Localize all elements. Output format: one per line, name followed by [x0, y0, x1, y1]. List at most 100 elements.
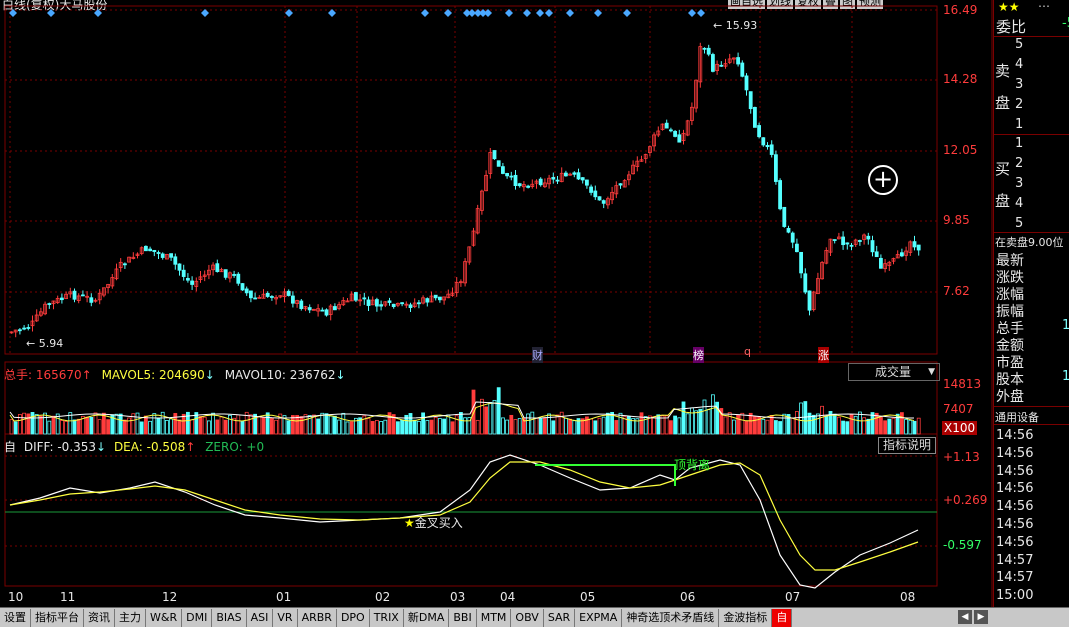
- indicator-selector[interactable]: 成交量 ▼: [848, 363, 940, 381]
- volume-bar: [26, 413, 31, 435]
- sell-level-4[interactable]: 4: [1015, 57, 1023, 72]
- candle-body: [555, 179, 560, 182]
- indicator-tab-2[interactable]: 资讯: [84, 608, 115, 627]
- volume-bar: [454, 415, 459, 435]
- scroll-left-icon[interactable]: ◀: [958, 610, 972, 624]
- volume-bar: [51, 415, 56, 435]
- volume-bar: [845, 421, 850, 435]
- candle-body: [673, 130, 677, 137]
- event-tag-financial[interactable]: 财: [532, 347, 543, 363]
- sell-level-5[interactable]: 5: [1015, 37, 1023, 52]
- candle-body: [874, 251, 879, 258]
- scroll-right-icon[interactable]: ▶: [974, 610, 988, 624]
- volume-bar: [639, 412, 644, 435]
- candle-body: [244, 288, 249, 294]
- indicator-tab-13[interactable]: BBI: [449, 608, 477, 627]
- candle-body: [391, 303, 396, 308]
- sell-level-1[interactable]: 1: [1015, 117, 1023, 132]
- indicator-tab-16[interactable]: SAR: [544, 608, 576, 627]
- volume-bar: [43, 412, 47, 435]
- volume-bar: [106, 419, 110, 435]
- indicator-tab-10[interactable]: DPO: [337, 608, 370, 627]
- candle-body: [248, 290, 253, 299]
- candle-body: [253, 297, 258, 300]
- candle-body: [286, 290, 291, 296]
- indicator-tab-6[interactable]: BIAS: [212, 608, 247, 627]
- volume-bar: [853, 415, 858, 435]
- zoom-plus-icon[interactable]: +: [868, 165, 898, 195]
- indicator-tab-14[interactable]: MTM: [477, 608, 512, 627]
- indicator-tab-7[interactable]: ASI: [247, 608, 274, 627]
- volume-bar: [681, 401, 686, 435]
- indicator-tab-12[interactable]: 新DMA: [404, 608, 450, 627]
- indicator-tab-0[interactable]: 设置: [0, 608, 31, 627]
- tick-time-row: 14:57: [996, 570, 1034, 586]
- volume-bar: [589, 418, 593, 435]
- buy-label-top: 买: [995, 160, 1011, 178]
- buy-label-bottom: 盘: [995, 192, 1011, 210]
- indicator-tab-20[interactable]: 自: [772, 608, 793, 627]
- volume-bar: [72, 419, 77, 435]
- tick-time-row: 15:00: [996, 588, 1034, 604]
- buy-level-1[interactable]: 1: [1015, 136, 1023, 151]
- volume-total: 总手: 165670: [4, 368, 82, 382]
- volume-bar: [879, 417, 883, 435]
- candle-body: [496, 160, 501, 167]
- volume-bar: [849, 414, 854, 435]
- event-tag-list[interactable]: 榜: [693, 347, 704, 363]
- candle-body: [664, 122, 669, 129]
- candle-body: [425, 298, 430, 303]
- event-tag-q[interactable]: q: [744, 345, 751, 358]
- volume-bar: [139, 421, 144, 435]
- sell-level-3[interactable]: 3: [1015, 77, 1023, 92]
- indicator-tab-4[interactable]: W&R: [146, 608, 183, 627]
- volume-bar: [215, 419, 220, 435]
- month-label-08: 08: [900, 590, 916, 604]
- volume-bar: [555, 414, 560, 435]
- indicator-tab-3[interactable]: 主力: [115, 608, 146, 627]
- indicator-tab-5[interactable]: DMI: [182, 608, 213, 627]
- volume-bar: [332, 415, 337, 435]
- volume-bar: [837, 416, 841, 435]
- macd-tick-mid: +0.269: [943, 493, 988, 507]
- candle-body: [47, 303, 52, 305]
- volume-bar: [97, 419, 102, 435]
- volume-bar: [320, 412, 325, 435]
- buy-level-4[interactable]: 4: [1015, 196, 1023, 211]
- indicator-tab-9[interactable]: ARBR: [298, 608, 337, 627]
- candle-body: [173, 256, 178, 265]
- candle-body: [538, 178, 543, 186]
- volume-tick-mid: 7407: [943, 402, 974, 416]
- low-price-marker: ← 5.94: [26, 337, 64, 350]
- candle-body: [845, 242, 850, 245]
- sell-level-2[interactable]: 2: [1015, 97, 1023, 112]
- candle-body: [748, 91, 753, 110]
- indicator-tab-18[interactable]: 神奇选顶术矛盾线: [622, 608, 720, 627]
- tick-time-row: 14:56: [996, 445, 1034, 461]
- volume-bar: [908, 419, 913, 435]
- event-tag-limit-up[interactable]: 涨: [818, 347, 829, 363]
- volume-bar: [93, 412, 98, 435]
- indicator-tab-19[interactable]: 金波指标: [719, 608, 773, 627]
- buy-level-5[interactable]: 5: [1015, 216, 1023, 231]
- indicator-tab-1[interactable]: 指标平台: [31, 608, 84, 627]
- volume-bar: [664, 415, 669, 435]
- sell-label-top: 卖: [995, 62, 1011, 80]
- candle-body: [778, 180, 782, 210]
- volume-bar: [366, 418, 371, 435]
- buy-level-2[interactable]: 2: [1015, 156, 1023, 171]
- order-position-text: 在卖盘9.00位: [995, 236, 1064, 249]
- indicator-explain-button[interactable]: 指标说明: [878, 437, 936, 454]
- volume-bar: [618, 412, 623, 435]
- tick-time-row: 14:56: [996, 517, 1034, 532]
- indicator-tab-11[interactable]: TRIX: [370, 608, 404, 627]
- buy-level-3[interactable]: 3: [1015, 176, 1023, 191]
- volume-bar: [551, 420, 556, 435]
- indicator-tab-8[interactable]: VR: [273, 608, 298, 627]
- kline-chart[interactable]: [0, 0, 1069, 627]
- indicator-tab-17[interactable]: EXPMA: [575, 608, 623, 627]
- indicator-tab-15[interactable]: OBV: [511, 608, 544, 627]
- month-label-02: 02: [375, 590, 391, 604]
- panel-more-icon[interactable]: ⋯: [1038, 0, 1050, 13]
- volume-bar: [543, 418, 547, 435]
